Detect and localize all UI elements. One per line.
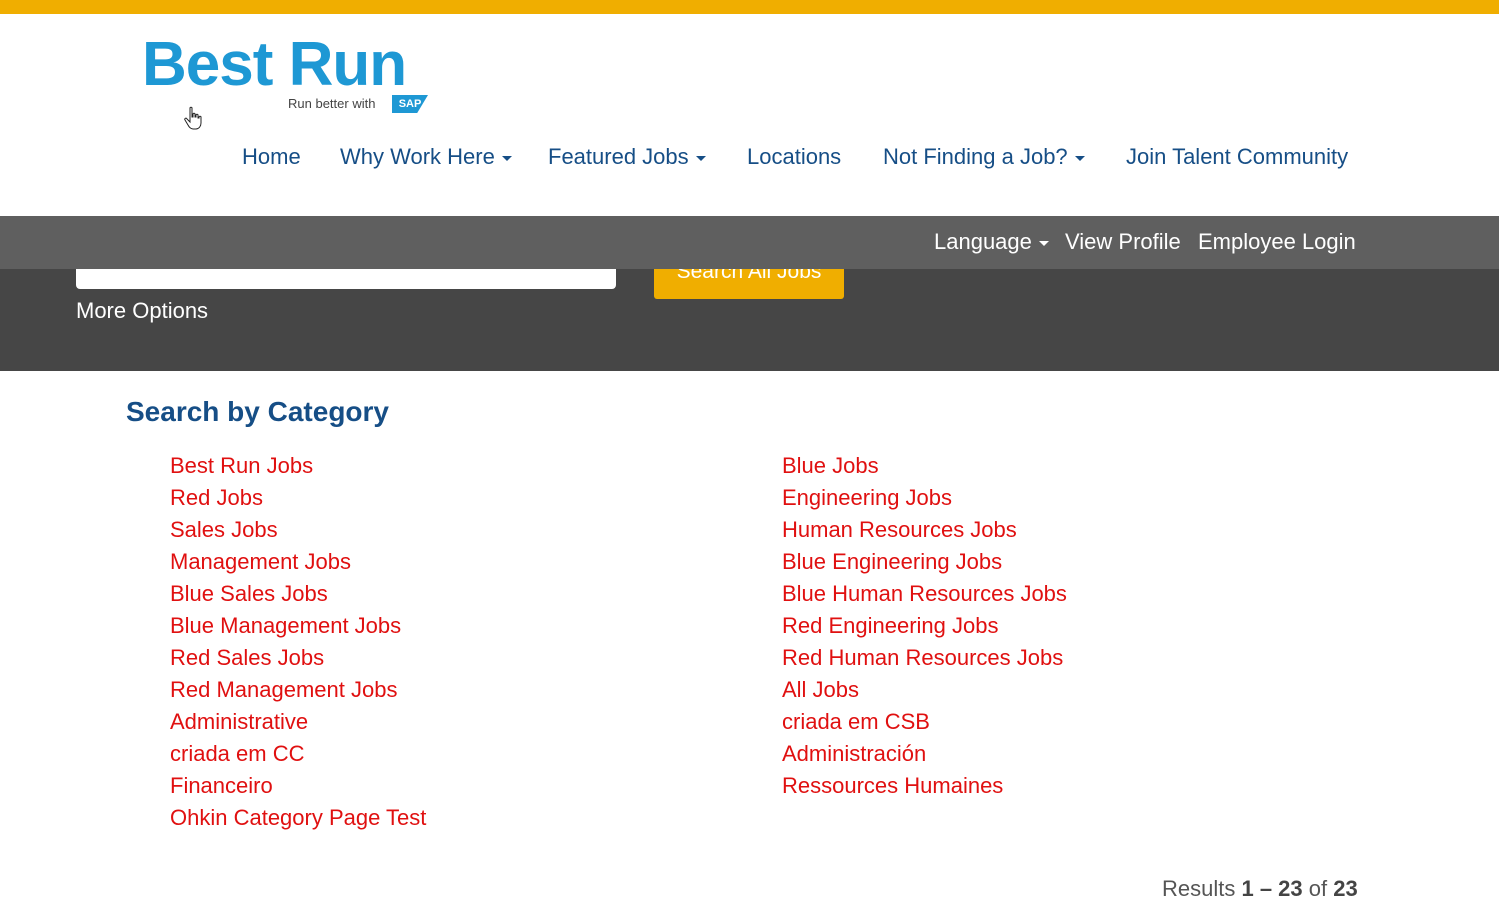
hand-cursor-icon [184,106,202,130]
view-profile-link[interactable]: View Profile [1065,227,1181,257]
category-link[interactable]: Ohkin Category Page Test [170,802,426,834]
results-range: 1 – 23 [1241,876,1303,899]
keyword-search-input[interactable] [76,269,616,289]
more-options-link[interactable]: More Options [76,296,208,326]
category-link[interactable]: Blue Human Resources Jobs [782,578,1067,610]
search-all-jobs-label: Search All Jobs [676,269,822,283]
category-link[interactable]: criada em CC [170,738,426,770]
nav-join-talent-community[interactable]: Join Talent Community [1126,142,1348,172]
category-link[interactable]: Management Jobs [170,546,426,578]
category-link[interactable]: Blue Jobs [782,450,1067,482]
category-link[interactable]: Human Resources Jobs [782,514,1067,546]
category-link[interactable]: Administrative [170,706,426,738]
category-link[interactable]: Best Run Jobs [170,450,426,482]
search-all-jobs-button[interactable]: Search All Jobs [654,269,844,299]
category-link[interactable]: Red Human Resources Jobs [782,642,1067,674]
top-accent-stripe [0,0,1499,14]
category-link[interactable]: Red Engineering Jobs [782,610,1067,642]
nav-featured-jobs[interactable]: Featured Jobs [548,142,706,172]
category-list-left: Best Run Jobs Red Jobs Sales Jobs Manage… [170,450,426,834]
category-link[interactable]: Sales Jobs [170,514,426,546]
category-link[interactable]: Engineering Jobs [782,482,1067,514]
language-dropdown[interactable]: Language [934,227,1049,257]
nav-locations[interactable]: Locations [747,142,841,172]
nav-featured-jobs-label: Featured Jobs [548,144,689,169]
nav-home-label: Home [242,144,301,169]
results-total: 23 [1333,876,1358,899]
category-link[interactable]: Financeiro [170,770,426,802]
results-of: of [1308,876,1328,899]
category-link[interactable]: criada em CSB [782,706,1067,738]
category-section-title: Search by Category [126,396,389,427]
category-link[interactable]: Red Jobs [170,482,426,514]
nav-home[interactable]: Home [242,142,301,172]
nav-why-work-here[interactable]: Why Work Here [340,142,512,172]
caret-down-icon [1038,240,1049,246]
nav-why-work-here-label: Why Work Here [340,144,495,169]
results-prefix: Results [1162,876,1236,899]
logo-tagline: Run better with [288,96,376,111]
nav-not-finding-job[interactable]: Not Finding a Job? [883,142,1085,172]
caret-down-icon [1074,155,1085,161]
category-link[interactable]: All Jobs [782,674,1067,706]
utility-bar: Language View Profile Employee Login [0,216,1499,269]
nav-not-finding-job-label: Not Finding a Job? [883,144,1068,169]
results-count: Results 1 – 23 of 23 [1162,874,1358,899]
category-link[interactable]: Administración [782,738,1067,770]
category-link[interactable]: Ressources Humaines [782,770,1067,802]
search-band: Search All Jobs More Options [0,269,1499,371]
category-link[interactable]: Blue Management Jobs [170,610,426,642]
logo-wordmark: Best Run [142,30,407,99]
language-label: Language [934,229,1032,254]
nav-locations-label: Locations [747,144,842,169]
category-link[interactable]: Blue Sales Jobs [170,578,426,610]
employee-login-link[interactable]: Employee Login [1198,227,1356,257]
category-link[interactable]: Red Management Jobs [170,674,426,706]
category-link[interactable]: Blue Engineering Jobs [782,546,1067,578]
main-navigation: Home Why Work Here Featured Jobs Locatio… [0,142,1499,174]
caret-down-icon [501,155,512,161]
nav-join-talent-community-label: Join Talent Community [1126,144,1349,169]
category-link[interactable]: Red Sales Jobs [170,642,426,674]
sap-badge: SAP [392,95,428,113]
category-list-right: Blue Jobs Engineering Jobs Human Resourc… [782,450,1067,802]
caret-down-icon [695,155,706,161]
